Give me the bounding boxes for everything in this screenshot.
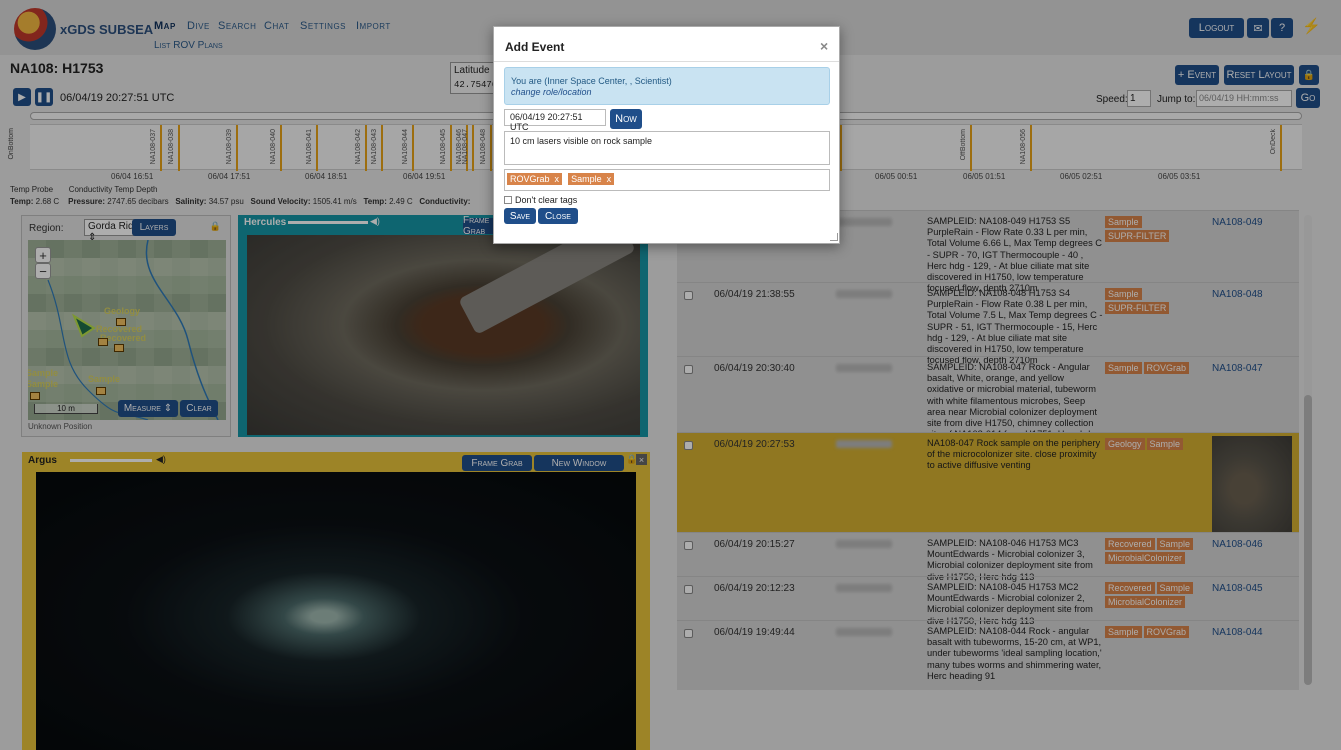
event-time-input[interactable]: 06/04/19 20:27:51 UTC — [504, 109, 606, 132]
close-button[interactable]: Close — [538, 208, 578, 224]
role-info-box: You are (Inner Space Center, , Scientist… — [504, 67, 830, 105]
dialog-divider — [494, 61, 839, 62]
tag-rovgrab[interactable]: ROVGrab x — [507, 173, 563, 185]
dont-clear-tags-label: Don't clear tags — [515, 195, 578, 205]
remove-tag-icon[interactable]: x — [555, 174, 560, 184]
dialog-title: Add Event — [505, 40, 565, 54]
close-icon[interactable]: × — [820, 38, 828, 54]
resize-grip-icon[interactable] — [830, 233, 838, 241]
remove-tag-icon[interactable]: x — [607, 174, 612, 184]
tag-sample[interactable]: Sample x — [568, 173, 615, 185]
dont-clear-tags-checkbox[interactable] — [504, 196, 512, 204]
tags-input[interactable]: ROVGrab x Sample x — [504, 169, 830, 191]
dont-clear-tags-option[interactable]: Don't clear tags — [504, 195, 577, 205]
role-text: You are (Inner Space Center, , Scientist… — [511, 76, 672, 86]
add-event-dialog: Add Event × You are (Inner Space Center,… — [493, 26, 840, 244]
save-button[interactable]: Save — [504, 208, 536, 224]
now-button[interactable]: Now — [610, 109, 642, 129]
change-role-link[interactable]: change role/location — [511, 87, 823, 97]
event-text-area[interactable]: 10 cm lasers visible on rock sample — [504, 131, 830, 165]
